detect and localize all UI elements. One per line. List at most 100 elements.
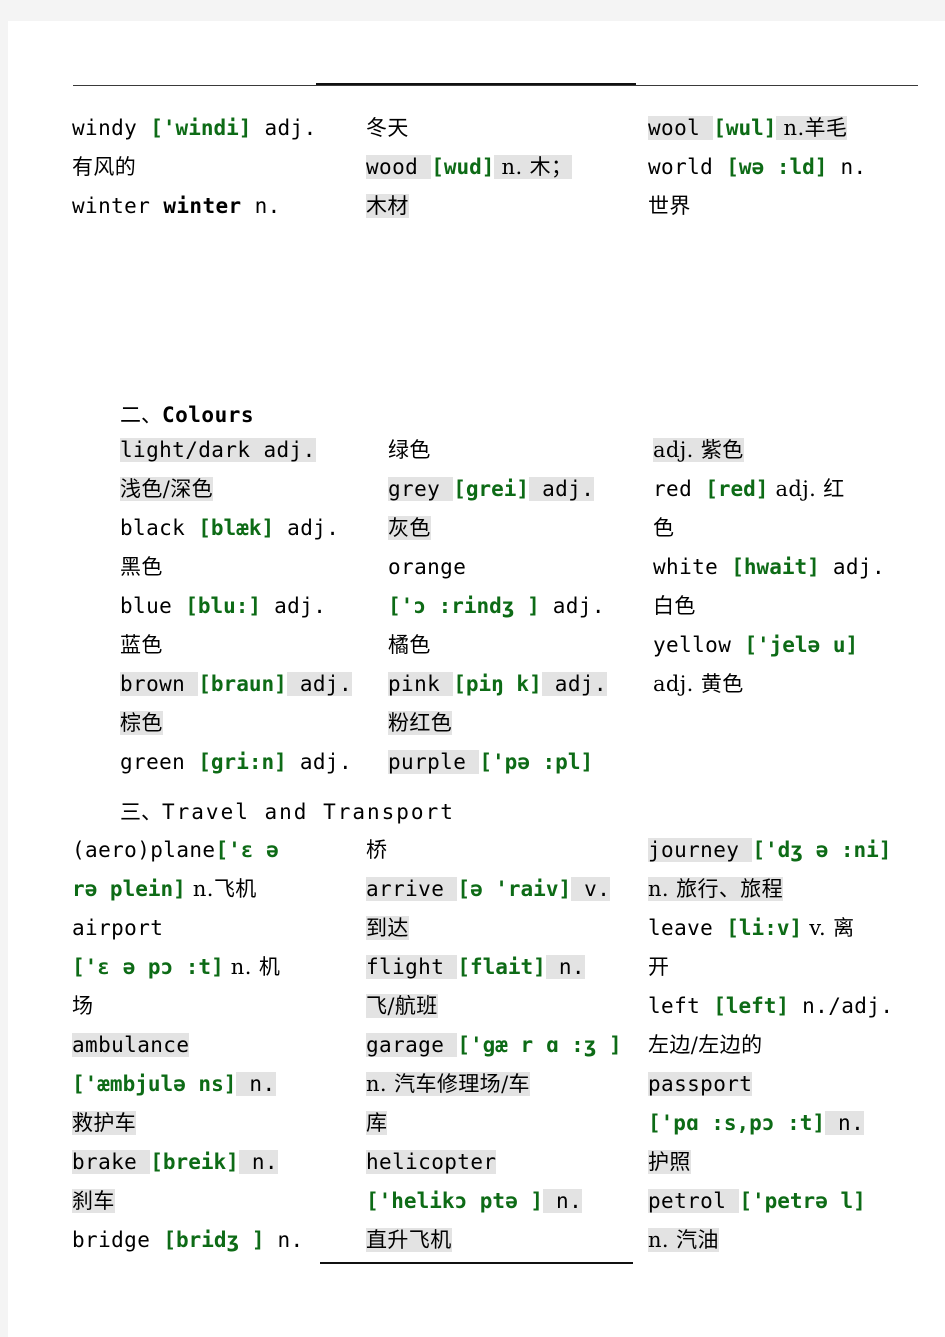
word-entry-line: 粉红色 [388,704,658,743]
highlighted-text: passport [648,1072,753,1096]
word-entry-line: ['pɑ :s,pɔ :t] n. [648,1104,945,1143]
ipa-transcription: [red] [705,477,769,501]
ipa-transcription: ['jelə u] [744,633,859,657]
word-entry-line: 到达 [366,909,656,948]
entry-text: adj. [251,116,317,140]
ipa-transcription: [gri:n] [198,750,287,774]
word-entry-line: 色 [653,509,943,548]
chinese-gloss: 有风的 [72,155,137,179]
entry-text: windy [72,116,151,140]
colours-column-1: light/dark adj. 浅色/深色 black [blæk] adj. 黑色 b… [120,431,380,782]
chinese-gloss: adj. 黄色 [653,672,744,696]
word-entry-line: n. 汽油 [648,1221,945,1260]
highlighted-text: n. [236,1072,276,1096]
ipa-transcription: ['windi] [150,116,252,140]
chinese-gloss: v. 离 [802,916,855,940]
word-entry-line: flight [flait] n. [366,948,656,987]
word-entry-line: light/dark adj. [120,431,380,470]
highlighted-chinese-gloss: n. 汽油 [648,1228,719,1252]
word-entry-line: brown [braun] adj. [120,665,380,704]
word-entry-line: 直升飞机 [366,1221,656,1260]
entry-text: yellow [653,633,745,657]
section-heading-travel: 三、Travel and Transport [120,793,455,832]
word-entry-line: adj. 紫色 [653,431,943,470]
entry-text: adj. [286,750,352,774]
word-entry-line: 世界 [648,187,945,226]
highlighted-chinese-gloss: 救护车 [72,1111,137,1135]
highlighted-text: flight [366,955,458,979]
word-entry-line: 开 [648,948,945,987]
highlighted-text: adj. [529,477,595,501]
ipa-transcription: [bridʒ ] [163,1228,265,1252]
word-entry-line: 场 [72,987,372,1026]
ipa-transcription: [blæk] [198,516,275,540]
ipa-transcription: [wə :ld] [726,155,828,179]
word-entry-line: white [hwait] adj. [653,548,943,587]
highlighted-chinese-gloss: 直升飞机 [366,1228,452,1252]
ipa-transcription: ['helikɔ ptə ] [366,1189,544,1213]
highlighted-text: adj. [541,672,607,696]
highlighted-chinese-gloss: 灰色 [388,516,431,540]
travel-column-3: journey ['dʒ ə :ni] n. 旅行、旅程 leave [li:v] … [648,831,945,1260]
word-entry-line: 浅色/深色 [120,470,380,509]
highlighted-text: wool [648,116,714,140]
highlighted-chinese-gloss: 浅色/深色 [120,477,214,501]
word-entry-line: leave [li:v] v. 离 [648,909,945,948]
ipa-transcription: rə plein] [72,877,186,901]
section-number: 二、 [120,403,162,427]
word-entry-line: pink [piŋ k] adj. [388,665,658,704]
word-entry-line: windy ['windi] adj. [72,109,372,148]
entry-text: adj. [274,516,340,540]
word-entry-line: 棕色 [120,704,380,743]
weather-column-1: windy ['windi] adj. 有风的 winter winter n. [72,109,372,226]
highlighted-text: journey [648,838,753,862]
highlighted-text: n. [545,955,585,979]
ipa-transcription: [wul] [713,116,777,140]
word-entry-line: winter winter n. [72,187,372,226]
highlighted-chinese-gloss: 库 [366,1111,388,1135]
entry-text: (aero)plane [72,838,216,862]
page-sheet: windy ['windi] adj. 有风的 winter winter n. 冬… [8,21,945,1337]
ipa-transcription: ['ɛ ə [215,838,279,862]
ipa-transcription: [breik] [150,1150,239,1174]
word-entry-line: 护照 [648,1143,945,1182]
word-entry-line: airport [72,909,372,948]
highlighted-chinese-gloss: 木材 [366,194,409,218]
word-entry-line: ambulance [72,1026,372,1065]
word-entry-line: passport [648,1065,945,1104]
highlighted-chinese-gloss: 刹车 [72,1189,115,1213]
section-title: Travel and Transport [162,800,455,824]
highlighted-chinese-gloss: 棕色 [120,711,163,735]
entry-text: airport [72,916,164,940]
chinese-gloss: n. 机 [223,955,281,979]
highlighted-chinese-gloss: n. 旅行、旅程 [648,877,784,901]
word-entry-line: 橘色 [388,626,658,665]
highlighted-chinese-gloss: n. 汽车修理场/车 [366,1072,530,1096]
word-entry-line: 白色 [653,587,943,626]
highlighted-text: v. [571,877,611,901]
highlighted-text: light/dark adj. [120,438,316,462]
chinese-gloss: 色 [653,516,675,540]
chinese-gloss: adj. 红 [768,477,845,501]
word-entry-line: 桥 [366,831,656,870]
word-entry-line: world [wə :ld] n. [648,148,945,187]
chinese-gloss: 世界 [648,194,691,218]
word-entry-line: petrol ['petrə l] [648,1182,945,1221]
ipa-transcription: [hwait] [731,555,820,579]
word-entry-line: red [red] adj. 红 [653,470,943,509]
highlighted-text: helicopter [366,1150,497,1174]
highlighted-chinese-gloss: 粉红色 [388,711,453,735]
word-entry-line: 灰色 [388,509,658,548]
ipa-transcription: [wud] [431,155,495,179]
highlighted-chinese-gloss: 护照 [648,1150,691,1174]
entry-text: world [648,155,727,179]
word-entry-line: ['ɛ ə pɔ :t] n. 机 [72,948,372,987]
word-entry-line: (aero)plane['ɛ ə [72,831,372,870]
highlighted-chinese-gloss: adj. 紫色 [653,438,744,462]
word-entry-line: green [gri:n] adj. [120,743,380,782]
highlighted-text: wood [366,155,432,179]
ipa-transcription: [blu:] [185,594,262,618]
entry-text: leave [648,916,727,940]
chinese-gloss: 场 [72,994,94,1018]
chinese-gloss: 绿色 [388,438,431,462]
